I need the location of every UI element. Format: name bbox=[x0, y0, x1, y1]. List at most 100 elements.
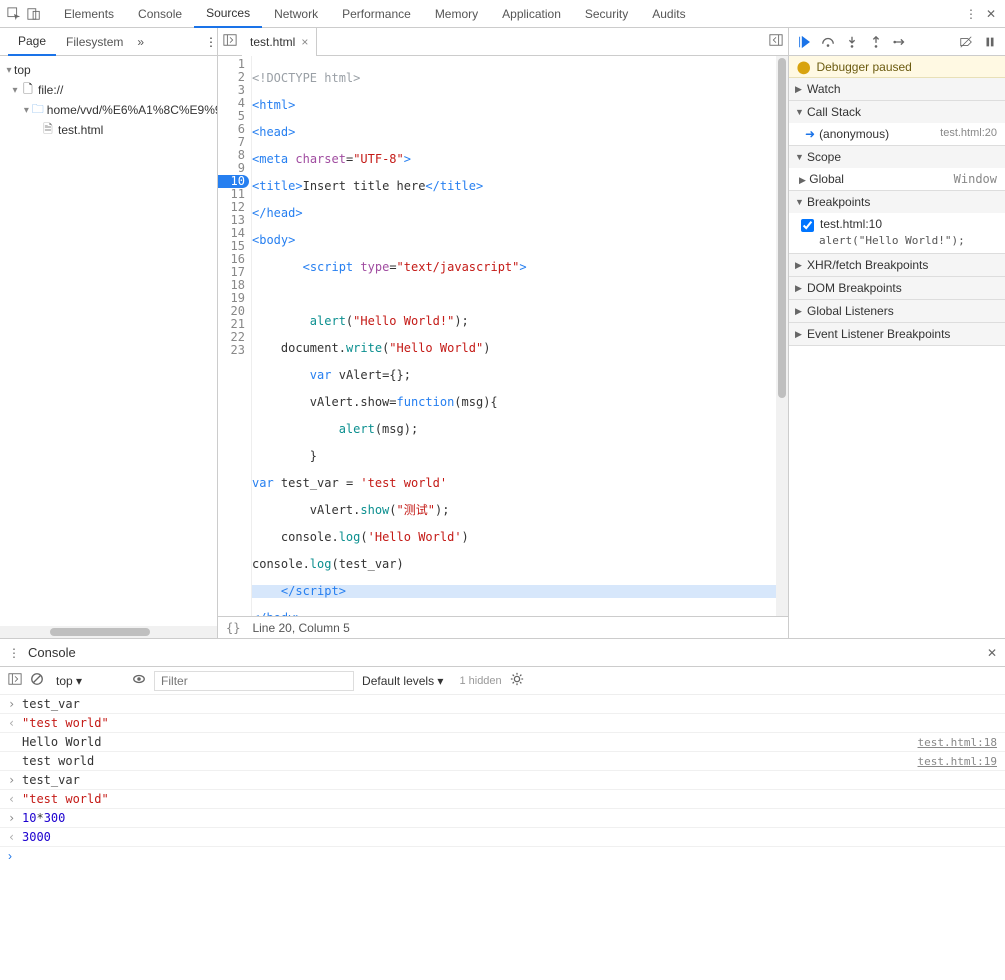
console-line[interactable]: ›10*300 bbox=[0, 809, 1005, 828]
console-line[interactable]: ‹3000 bbox=[0, 828, 1005, 847]
dom-breakpoints-section[interactable]: ▶DOM Breakpoints bbox=[789, 277, 1005, 299]
log-levels-selector[interactable]: Default levels ▾ bbox=[362, 674, 443, 688]
event-listener-section[interactable]: ▶Event Listener Breakpoints bbox=[789, 323, 1005, 345]
device-toggle-icon[interactable] bbox=[24, 4, 44, 24]
hidden-count: 1 hidden bbox=[459, 675, 501, 687]
breakpoints-section[interactable]: ▼Breakpoints bbox=[789, 191, 1005, 213]
console-message: "test world" bbox=[22, 792, 997, 806]
clear-console-icon[interactable] bbox=[30, 672, 44, 689]
editor-tabstrip: test.html × bbox=[218, 28, 788, 56]
tab-application[interactable]: Application bbox=[490, 0, 573, 28]
watch-section[interactable]: ▶Watch bbox=[789, 78, 1005, 100]
callstack-section[interactable]: ▼Call Stack bbox=[789, 101, 1005, 123]
folder-icon: 🗀 bbox=[31, 100, 45, 121]
close-tab-icon[interactable]: × bbox=[301, 35, 308, 49]
pretty-print-icon[interactable]: {} bbox=[226, 621, 240, 635]
console-prompt[interactable]: › bbox=[0, 847, 1005, 865]
tab-sources[interactable]: Sources bbox=[194, 0, 262, 28]
current-frame-icon: ➜ bbox=[805, 127, 815, 141]
console-line[interactable]: ›test_var bbox=[0, 771, 1005, 790]
close-devtools-icon[interactable]: ✕ bbox=[981, 4, 1001, 24]
tree-root[interactable]: ▾ top bbox=[0, 60, 217, 80]
debug-toolbar bbox=[789, 28, 1005, 56]
console-filter-input[interactable] bbox=[154, 671, 354, 691]
tree-file[interactable]: 🗎 test.html bbox=[0, 120, 217, 140]
console-drawer: ⋮ Console ✕ top ▾ Default levels ▾ 1 hid… bbox=[0, 638, 1005, 865]
toggle-navigator-icon[interactable] bbox=[218, 33, 242, 50]
console-line[interactable]: ›test_var bbox=[0, 695, 1005, 714]
console-title: Console bbox=[28, 645, 76, 660]
navigator-tab-page[interactable]: Page bbox=[8, 28, 56, 56]
drawer-menu-icon[interactable]: ⋮ bbox=[8, 646, 20, 660]
chevron-out-icon: ‹ bbox=[8, 792, 22, 806]
console-source-link[interactable]: test.html:18 bbox=[918, 736, 997, 749]
xhr-breakpoints-section[interactable]: ▶XHR/fetch Breakpoints bbox=[789, 254, 1005, 276]
editor-tab-file[interactable]: test.html × bbox=[242, 28, 317, 56]
navigator-tabs: Page Filesystem » ⋮ bbox=[0, 28, 217, 56]
console-message: "test world" bbox=[22, 716, 997, 730]
file-tree: ▾ top ▾ 🗋 file:// ▾ 🗀 home/vvd/%E6%A1%8C… bbox=[0, 56, 217, 626]
warning-icon: ⬤ bbox=[797, 60, 810, 74]
file-protocol-icon: 🗋 bbox=[20, 80, 36, 101]
resume-icon[interactable] bbox=[795, 33, 813, 51]
deactivate-breakpoints-icon[interactable] bbox=[957, 33, 975, 51]
close-drawer-icon[interactable]: ✕ bbox=[987, 646, 997, 660]
navigator-more-icon[interactable]: ⋮ bbox=[205, 35, 217, 49]
step-icon[interactable] bbox=[891, 33, 909, 51]
console-message: test_var bbox=[22, 697, 997, 711]
tab-performance[interactable]: Performance bbox=[330, 0, 423, 28]
console-source-link[interactable]: test.html:19 bbox=[918, 755, 997, 768]
live-expression-icon[interactable] bbox=[132, 672, 146, 689]
scope-section[interactable]: ▼Scope bbox=[789, 146, 1005, 168]
debugger-pane: ⬤ Debugger paused ▶Watch ▼Call Stack ➜(a… bbox=[789, 28, 1005, 638]
console-line[interactable]: Hello Worldtest.html:18 bbox=[0, 733, 1005, 752]
console-message: 10*300 bbox=[22, 811, 997, 825]
global-listeners-section[interactable]: ▶Global Listeners bbox=[789, 300, 1005, 322]
scope-global[interactable]: ▶ Global Window bbox=[789, 170, 1005, 188]
console-message: test_var bbox=[22, 773, 997, 787]
console-toolbar: top ▾ Default levels ▾ 1 hidden bbox=[0, 667, 1005, 695]
devtools-tabbar: Elements Console Sources Network Perform… bbox=[0, 0, 1005, 28]
tab-console[interactable]: Console bbox=[126, 0, 194, 28]
navigator-hscroll[interactable] bbox=[0, 626, 217, 638]
navigator-pane: Page Filesystem » ⋮ ▾ top ▾ 🗋 file:// ▾ … bbox=[0, 28, 218, 638]
editor-statusbar: {} Line 20, Column 5 bbox=[218, 616, 788, 638]
chevron-out-icon: ‹ bbox=[8, 830, 22, 844]
step-out-icon[interactable] bbox=[867, 33, 885, 51]
tab-audits[interactable]: Audits bbox=[640, 0, 697, 28]
console-sidebar-icon[interactable] bbox=[8, 672, 22, 689]
paused-status: ⬤ Debugger paused bbox=[789, 56, 1005, 78]
tree-folder[interactable]: ▾ 🗀 home/vvd/%E6%A1%8C%E9%9D% bbox=[0, 100, 217, 120]
toggle-debugger-icon[interactable] bbox=[764, 33, 788, 50]
editor-vscroll[interactable] bbox=[776, 56, 788, 616]
editor-pane: test.html × 123456789 10 111213141516171… bbox=[218, 28, 789, 638]
navigator-overflow[interactable]: » bbox=[133, 28, 148, 56]
pause-exceptions-icon[interactable] bbox=[981, 33, 999, 51]
line-gutter[interactable]: 123456789 10 111213141516171819 20212223 bbox=[218, 56, 252, 616]
console-line[interactable]: ‹"test world" bbox=[0, 790, 1005, 809]
inspect-element-icon[interactable] bbox=[4, 4, 24, 24]
console-line[interactable]: ‹"test world" bbox=[0, 714, 1005, 733]
tab-network[interactable]: Network bbox=[262, 0, 330, 28]
tab-security[interactable]: Security bbox=[573, 0, 640, 28]
code-editor[interactable]: 123456789 10 111213141516171819 20212223… bbox=[218, 56, 788, 616]
console-output[interactable]: ›test_var‹"test world"Hello Worldtest.ht… bbox=[0, 695, 1005, 847]
breakpoint-checkbox[interactable] bbox=[801, 219, 814, 232]
context-selector[interactable]: top ▾ bbox=[52, 672, 96, 690]
tree-protocol[interactable]: ▾ 🗋 file:// bbox=[0, 80, 217, 100]
console-message: Hello World bbox=[22, 735, 918, 749]
navigator-tab-filesystem[interactable]: Filesystem bbox=[56, 28, 133, 56]
code-area[interactable]: <!DOCTYPE html> <html> <head> <meta char… bbox=[252, 56, 788, 616]
chevron-in-icon: › bbox=[8, 811, 22, 825]
settings-icon[interactable]: ⋮ bbox=[961, 4, 981, 24]
console-settings-icon[interactable] bbox=[510, 672, 524, 689]
step-over-icon[interactable] bbox=[819, 33, 837, 51]
tab-memory[interactable]: Memory bbox=[423, 0, 490, 28]
tab-elements[interactable]: Elements bbox=[52, 0, 126, 28]
step-into-icon[interactable] bbox=[843, 33, 861, 51]
file-icon: 🗎 bbox=[40, 120, 56, 141]
console-message: 3000 bbox=[22, 830, 997, 844]
breakpoint-item[interactable]: test.html:10 bbox=[789, 215, 1005, 234]
callstack-frame[interactable]: ➜(anonymous) test.html:20 bbox=[789, 125, 1005, 143]
console-line[interactable]: test worldtest.html:19 bbox=[0, 752, 1005, 771]
